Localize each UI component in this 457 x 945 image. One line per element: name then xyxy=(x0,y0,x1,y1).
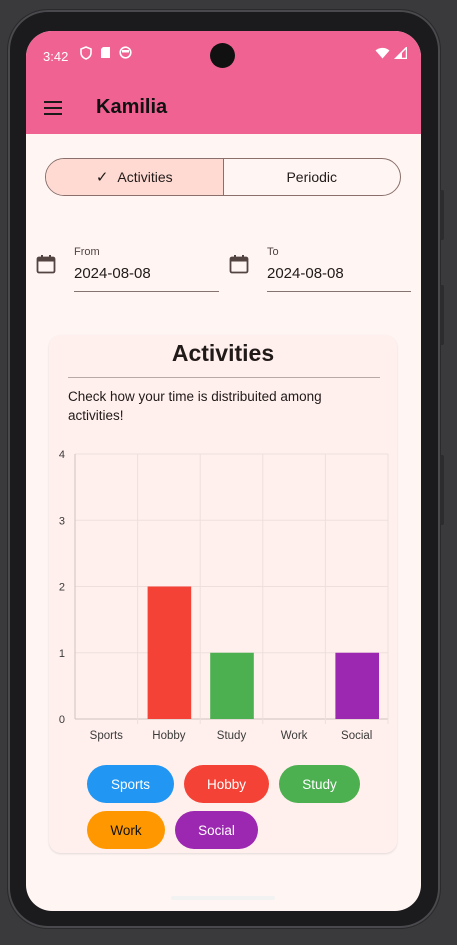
y-tick-label: 1 xyxy=(59,648,65,660)
segment-label: Activities xyxy=(117,169,173,185)
volume-down-button xyxy=(440,455,444,525)
calendar-icon[interactable] xyxy=(229,254,249,274)
card-divider xyxy=(68,377,380,378)
wifi-icon xyxy=(375,47,390,59)
from-label: From xyxy=(74,246,100,258)
system-status-icons xyxy=(375,47,407,59)
x-tick-label: Social xyxy=(341,730,372,742)
to-date-value[interactable]: 2024-08-08 xyxy=(267,265,344,282)
activities-card: Activities Check how your time is distri… xyxy=(49,335,397,853)
to-label: To xyxy=(267,246,279,258)
y-tick-label: 3 xyxy=(59,515,65,527)
app-bar: Kamilia xyxy=(26,83,421,134)
activities-bar-chart: 0 1 2 3 4 Sports Hobby Study Work Social xyxy=(59,449,389,742)
card-title: Activities xyxy=(171,340,275,366)
face-icon xyxy=(119,46,132,59)
bar-social xyxy=(335,652,379,719)
bar-hobby xyxy=(147,586,192,719)
notification-icons xyxy=(80,46,132,60)
home-indicator[interactable] xyxy=(171,896,275,900)
to-date-field[interactable]: To 2024-08-08 xyxy=(229,244,414,294)
from-date-field[interactable]: From 2024-08-08 xyxy=(36,244,221,294)
sd-card-icon xyxy=(101,47,110,58)
from-date-value[interactable]: 2024-08-08 xyxy=(74,265,151,282)
y-tick-label: 4 xyxy=(59,449,65,461)
to-underline xyxy=(267,291,411,292)
chip-hobby[interactable]: Hobby xyxy=(184,765,269,803)
menu-icon[interactable] xyxy=(44,101,62,115)
camera-cutout xyxy=(210,43,235,68)
chip-work[interactable]: Work xyxy=(87,811,165,849)
calendar-icon[interactable] xyxy=(36,254,56,274)
cell-signal-icon xyxy=(394,47,407,59)
segment-periodic[interactable]: Periodic xyxy=(222,159,401,195)
shield-icon xyxy=(80,46,92,60)
chip-social[interactable]: Social xyxy=(175,811,258,849)
volume-up-button xyxy=(440,285,444,345)
x-tick-label: Work xyxy=(281,730,308,742)
app-screen: 3:42 Kamilia ✓ Activities Periodic From … xyxy=(26,31,421,911)
chip-study[interactable]: Study xyxy=(279,765,360,803)
from-underline xyxy=(74,291,219,292)
app-title: Kamilia xyxy=(96,96,168,118)
check-icon: ✓ xyxy=(95,169,109,186)
x-tick-label: Hobby xyxy=(152,730,185,742)
x-tick-label: Sports xyxy=(90,730,123,742)
y-tick-label: 0 xyxy=(59,714,65,726)
segment-label: Periodic xyxy=(286,169,338,185)
card-description: Check how your time is distribuited amon… xyxy=(68,389,322,423)
x-tick-label: Study xyxy=(217,730,247,742)
status-time: 3:42 xyxy=(43,49,69,64)
power-button xyxy=(440,190,444,240)
status-bar: 3:42 xyxy=(26,31,421,83)
chip-sports[interactable]: Sports xyxy=(87,765,174,803)
segment-activities[interactable]: ✓ Activities xyxy=(46,159,223,195)
view-segmented-control: ✓ Activities Periodic xyxy=(45,158,401,196)
bar-study xyxy=(210,652,254,719)
y-tick-label: 2 xyxy=(59,582,65,594)
